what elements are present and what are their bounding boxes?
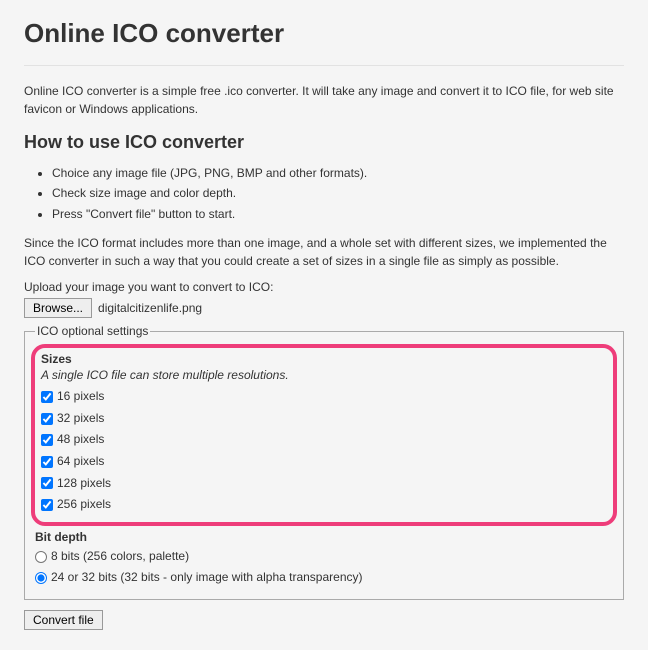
size-label: 128 pixels [57,473,111,495]
bitdepth-option-8[interactable]: 8 bits (256 colors, palette) [35,546,613,568]
step-item: Check size image and color depth. [52,183,624,203]
divider [24,65,624,66]
bitdepth-heading: Bit depth [35,530,613,544]
size-checkbox-32[interactable] [41,413,53,425]
convert-button[interactable]: Convert file [24,610,103,630]
bitdepth-option-32[interactable]: 24 or 32 bits (32 bits - only image with… [35,567,613,589]
intro-text: Online ICO converter is a simple free .i… [24,82,624,118]
size-checkbox-48[interactable] [41,434,53,446]
size-option-256[interactable]: 256 pixels [41,494,607,516]
sizes-highlight: Sizes A single ICO file can store multip… [31,344,617,526]
size-label: 32 pixels [57,408,104,430]
size-label: 16 pixels [57,386,104,408]
fieldset-legend: ICO optional settings [35,324,150,338]
size-label: 256 pixels [57,494,111,516]
size-checkbox-256[interactable] [41,499,53,511]
step-item: Choice any image file (JPG, PNG, BMP and… [52,163,624,183]
bitdepth-label: 24 or 32 bits (32 bits - only image with… [51,567,363,589]
bitdepth-radio-32[interactable] [35,572,47,584]
bitdepth-radio-8[interactable] [35,551,47,563]
steps-list: Choice any image file (JPG, PNG, BMP and… [24,163,624,224]
size-label: 48 pixels [57,429,104,451]
page-title: Online ICO converter [24,18,624,49]
size-label: 64 pixels [57,451,104,473]
size-option-48[interactable]: 48 pixels [41,429,607,451]
size-checkbox-64[interactable] [41,456,53,468]
size-checkbox-128[interactable] [41,477,53,489]
howto-title: How to use ICO converter [24,132,624,153]
step-item: Press "Convert file" button to start. [52,204,624,224]
upload-label: Upload your image you want to convert to… [24,280,624,294]
selected-filename: digitalcitizenlife.png [98,301,202,315]
since-text: Since the ICO format includes more than … [24,234,624,270]
size-checkbox-16[interactable] [41,391,53,403]
bitdepth-label: 8 bits (256 colors, palette) [51,546,189,568]
size-option-32[interactable]: 32 pixels [41,408,607,430]
size-option-64[interactable]: 64 pixels [41,451,607,473]
size-option-16[interactable]: 16 pixels [41,386,607,408]
sizes-heading: Sizes [41,352,607,366]
ico-settings-fieldset: ICO optional settings Sizes A single ICO… [24,324,624,600]
size-option-128[interactable]: 128 pixels [41,473,607,495]
sizes-subtext: A single ICO file can store multiple res… [41,368,607,382]
browse-button[interactable]: Browse... [24,298,92,318]
